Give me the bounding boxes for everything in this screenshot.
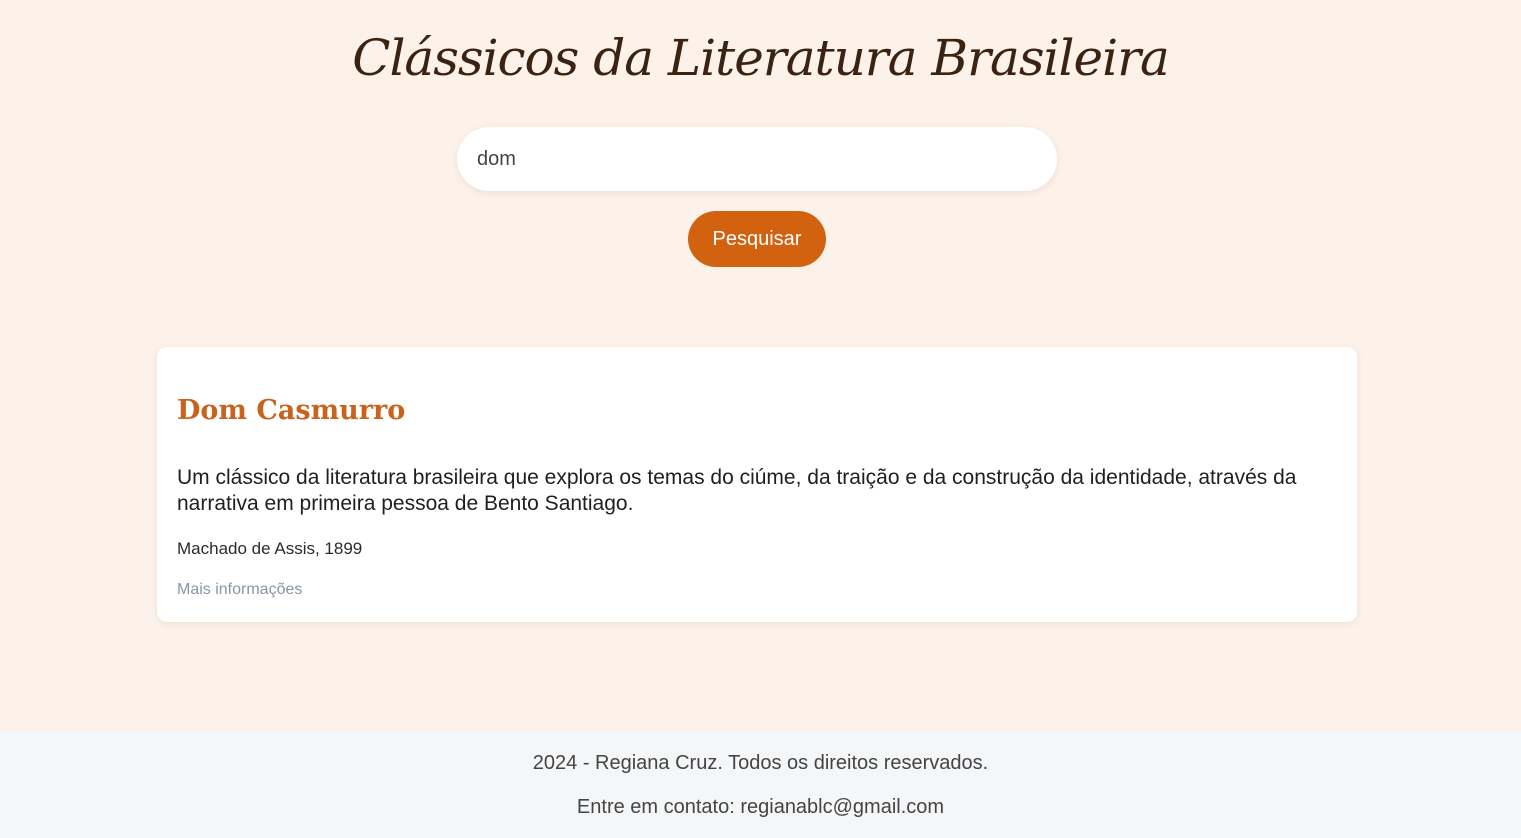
footer: 2024 - Regiana Cruz. Todos os direitos r…: [0, 731, 1521, 838]
result-author-year: Machado de Assis, 1899: [177, 539, 363, 558]
result-card: Dom Casmurro Um clássico da literatura b…: [157, 347, 1357, 622]
search-button[interactable]: Pesquisar: [688, 211, 826, 267]
footer-copyright: 2024 - Regiana Cruz. Todos os direitos r…: [532, 752, 989, 774]
result-title: Dom Casmurro: [177, 395, 406, 426]
search-input[interactable]: [457, 127, 1057, 191]
page-title: Clássicos da Literatura Brasileira: [352, 29, 1170, 87]
footer-contact: Entre em contato: regianablc@gmail.com: [576, 796, 945, 818]
more-info-link[interactable]: Mais informações: [177, 581, 302, 599]
result-description: Um clássico da literatura brasileira que…: [177, 466, 1297, 515]
